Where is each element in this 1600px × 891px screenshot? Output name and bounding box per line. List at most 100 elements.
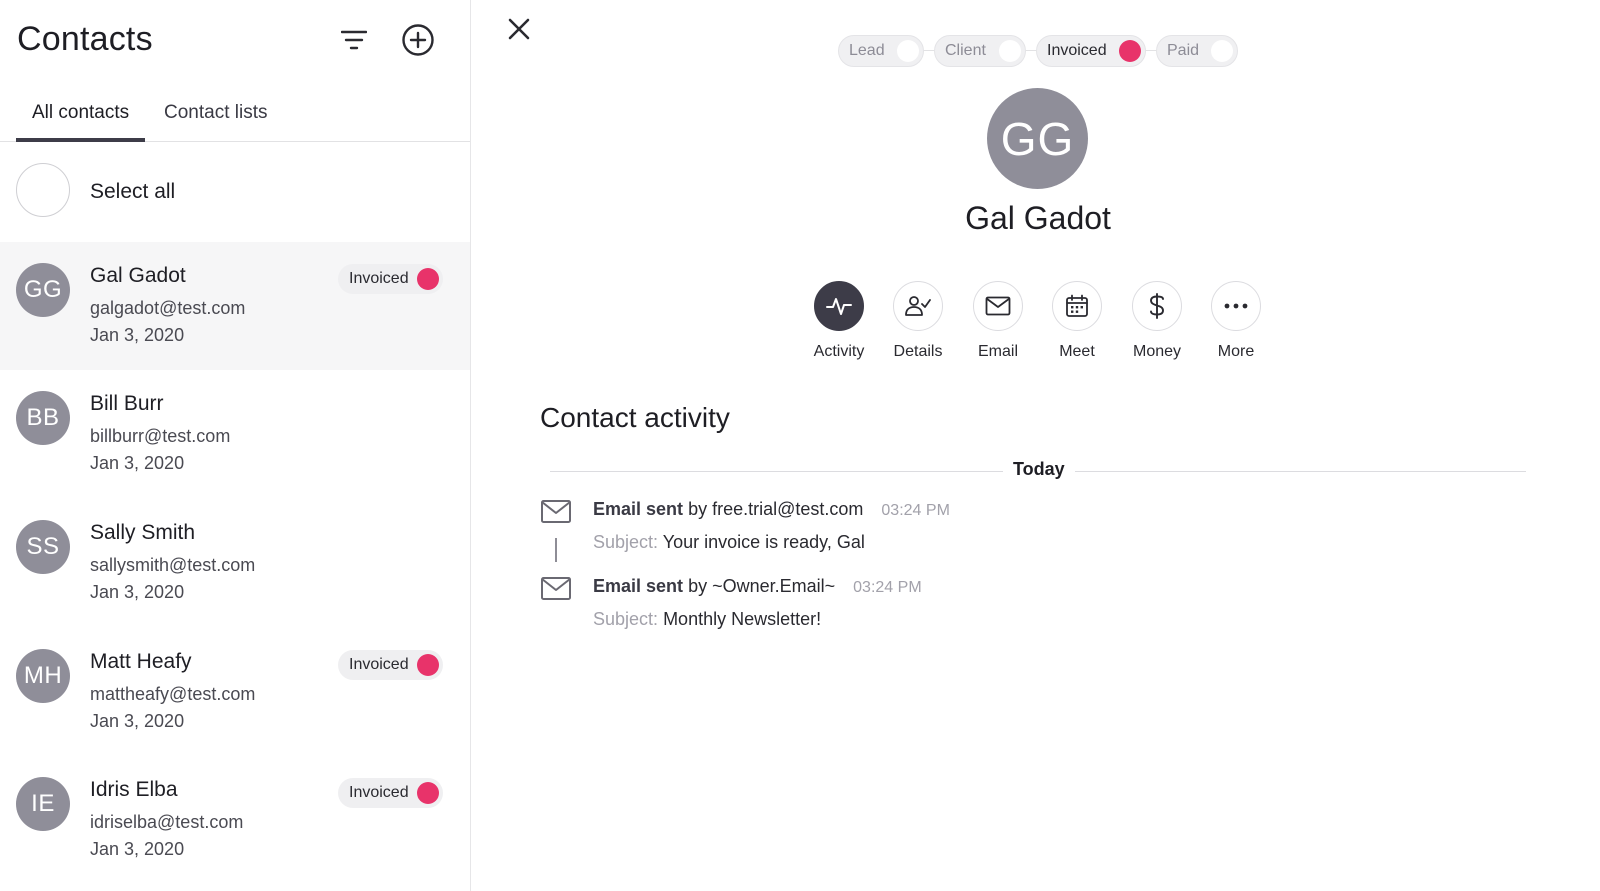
stage-dot (1119, 40, 1141, 62)
stage-client[interactable]: Client (934, 35, 1026, 67)
tab-all-contacts[interactable]: All contacts (16, 102, 146, 142)
activity-subject: Subject: Monthly Newsletter! (593, 609, 821, 630)
subject-text: Monthly Newsletter! (663, 609, 822, 629)
contact-email: idriselba@test.com (90, 812, 244, 832)
select-all-row[interactable]: Select all (0, 142, 470, 242)
contact-email: sallysmith@test.com (90, 555, 256, 575)
avatar: MH (16, 649, 70, 703)
tab-contact-lists[interactable]: Contact lists (148, 102, 283, 142)
contact-date: Jan 3, 2020 (90, 325, 185, 345)
contact-name: Idris Elba (90, 778, 178, 801)
envelope-icon (540, 497, 572, 525)
stage-label: Invoiced (1047, 42, 1107, 59)
activity-button[interactable]: Activity (799, 281, 879, 365)
subject-label: Subject: (593, 532, 659, 552)
meet-label: Meet (1059, 343, 1095, 360)
contact-row[interactable]: IE Idris Elba idriselba@test.com Jan 3, … (0, 756, 470, 884)
contact-date: Jan 3, 2020 (90, 453, 185, 473)
details-button[interactable]: Details (878, 281, 958, 365)
envelope-icon (540, 574, 572, 602)
status-badge: Invoiced (338, 778, 443, 808)
status-badge-label: Invoiced (349, 270, 409, 287)
contact-row[interactable]: BB Bill Burr billburr@test.com Jan 3, 20… (0, 370, 470, 498)
calendar-icon (1052, 281, 1102, 331)
activity-type: Email sent (593, 499, 684, 519)
stage-lead[interactable]: Lead (838, 35, 924, 67)
activity-time: 03:24 PM (853, 579, 922, 596)
avatar: GG (16, 263, 70, 317)
more-dots-icon (1211, 281, 1261, 331)
activity-icon (814, 281, 864, 331)
stage-dot (1211, 40, 1233, 62)
contact-date: Jan 3, 2020 (90, 711, 185, 731)
activity-item[interactable]: Email sent by free.trial@test.com 03:24 P… (540, 497, 1520, 557)
subject-label: Subject: (593, 609, 659, 629)
contacts-tabs: All contacts Contact lists (0, 96, 470, 142)
more-label: More (1217, 343, 1255, 360)
contact-row[interactable]: GG Gal Gadot galgadot@test.com Jan 3, 20… (0, 242, 470, 370)
close-icon[interactable] (505, 15, 533, 43)
contact-row[interactable]: SS Sally Smith sallysmith@test.com Jan 3… (0, 499, 470, 627)
filter-icon[interactable] (336, 22, 372, 58)
activity-sender: free.trial@test.com (712, 499, 864, 519)
meet-button[interactable]: Meet (1037, 281, 1117, 365)
activity-sender: ~Owner.Email~ (712, 576, 836, 596)
pipeline-stages: Lead Client Invoiced Paid (838, 35, 1238, 67)
activity-by: by (688, 499, 708, 519)
contacts-header: Contacts (16, 18, 454, 62)
dollar-icon (1132, 281, 1182, 331)
contact-name: Sally Smith (90, 521, 196, 544)
contact-date: Jan 3, 2020 (90, 839, 185, 859)
activity-time: 03:24 PM (881, 502, 950, 519)
page-title: Contacts (17, 20, 153, 58)
more-button[interactable]: More (1196, 281, 1276, 365)
contact-row[interactable]: MH Matt Heafy mattheafy@test.com Jan 3, … (0, 628, 470, 756)
activity-item[interactable]: Email sent by ~Owner.Email~ 03:24 PM Subj… (540, 574, 1520, 634)
avatar: IE (16, 777, 70, 831)
stage-dot (999, 40, 1021, 62)
status-dot (416, 654, 439, 676)
contact-name: Gal Gadot (90, 264, 186, 287)
status-badge: Invoiced (338, 264, 443, 294)
money-label: Money (1132, 343, 1182, 360)
envelope-icon (973, 281, 1023, 331)
stage-label: Paid (1167, 42, 1200, 59)
stage-paid[interactable]: Paid (1156, 35, 1238, 67)
status-dot (416, 782, 439, 804)
timeline-connector (555, 538, 557, 562)
status-badge-label: Invoiced (349, 784, 409, 801)
activity-type: Email sent (593, 576, 684, 596)
activity-title: Email sent by free.trial@test.com 03:24 P… (593, 499, 950, 520)
avatar: BB (16, 391, 70, 445)
activity-title: Email sent by ~Owner.Email~ 03:24 PM (593, 576, 922, 597)
email-label: Email (977, 343, 1018, 360)
subject-text: Your invoice is ready, Gal (662, 532, 865, 552)
select-all-label: Select all (90, 180, 176, 203)
activity-subject: Subject: Your invoice is ready, Gal (593, 532, 865, 553)
stage-invoiced[interactable]: Invoiced (1036, 35, 1146, 67)
contact-name: Matt Heafy (90, 650, 192, 673)
contact-name: Bill Burr (90, 392, 164, 415)
status-badge-label: Invoiced (349, 656, 409, 673)
avatar: SS (16, 520, 70, 574)
stage-dot (897, 40, 919, 62)
activity-by: by (688, 576, 708, 596)
day-label: Today (1003, 459, 1075, 480)
contact-email: billburr@test.com (90, 426, 231, 446)
email-button[interactable]: Email (958, 281, 1038, 365)
stage-label: Client (945, 42, 986, 59)
select-all-checkbox[interactable] (16, 163, 70, 217)
contact-email: mattheafy@test.com (90, 684, 256, 704)
contact-name-heading: Gal Gadot (965, 200, 1111, 236)
contact-email: galgadot@test.com (90, 298, 246, 318)
contacts-panel: Contacts All contacts Contact lists Sele… (0, 0, 471, 891)
stage-label: Lead (849, 42, 885, 59)
add-circle-icon[interactable] (400, 22, 436, 58)
status-dot (416, 268, 439, 290)
contact-avatar: GG (987, 88, 1088, 189)
contact-activity-heading: Contact activity (540, 402, 730, 433)
money-button[interactable]: Money (1117, 281, 1197, 365)
activity-label: Activity (813, 343, 865, 360)
status-badge: Invoiced (338, 650, 443, 680)
details-label: Details (893, 343, 943, 360)
